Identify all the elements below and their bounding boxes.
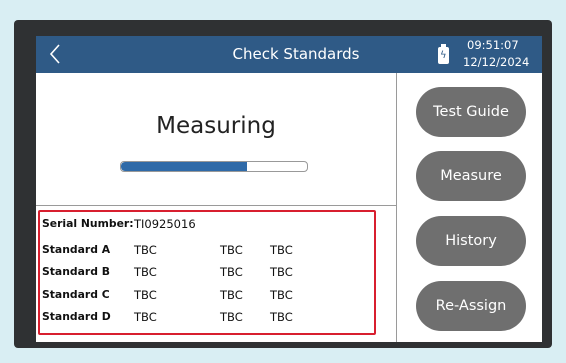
clock-time: 09:51:07 — [467, 38, 519, 52]
standard-value: TBC — [220, 310, 243, 324]
measure-button[interactable]: Measure — [416, 151, 526, 201]
vertical-divider — [396, 73, 397, 342]
serial-value: TI0925016 — [134, 217, 196, 231]
progress-bar — [120, 161, 308, 172]
history-button[interactable]: History — [416, 216, 526, 266]
standard-value: TBC — [270, 288, 293, 302]
standard-value: TBC — [220, 243, 243, 257]
standard-value: TBC — [270, 265, 293, 279]
standard-value: TBC — [134, 243, 157, 257]
standard-label: Standard C — [42, 288, 110, 301]
standard-value: TBC — [220, 265, 243, 279]
title-bar: Check Standards ϟ 09:51:07 12/12/2024 — [36, 36, 542, 73]
standard-label: Standard A — [42, 243, 111, 256]
progress-fill — [121, 162, 248, 171]
standard-label: Standard D — [42, 310, 111, 323]
clock-date: 12/12/2024 — [463, 55, 530, 69]
standard-value: TBC — [220, 288, 243, 302]
re-assign-button[interactable]: Re-Assign — [416, 281, 526, 331]
standard-value: TBC — [134, 310, 157, 324]
serial-label: Serial Number: — [42, 217, 134, 230]
standard-label: Standard B — [42, 265, 110, 278]
battery-charging-icon: ϟ — [438, 44, 449, 64]
back-chevron-icon[interactable] — [46, 41, 70, 67]
standard-value: TBC — [270, 243, 293, 257]
standard-value: TBC — [134, 288, 157, 302]
status-label: Measuring — [156, 113, 276, 139]
standard-value: TBC — [134, 265, 157, 279]
standard-value: TBC — [270, 310, 293, 324]
page-title: Check Standards — [232, 45, 360, 63]
test-guide-button[interactable]: Test Guide — [416, 87, 526, 137]
device-screen: Check Standards ϟ 09:51:07 12/12/2024 Me… — [36, 36, 542, 342]
horizontal-divider — [36, 205, 396, 206]
